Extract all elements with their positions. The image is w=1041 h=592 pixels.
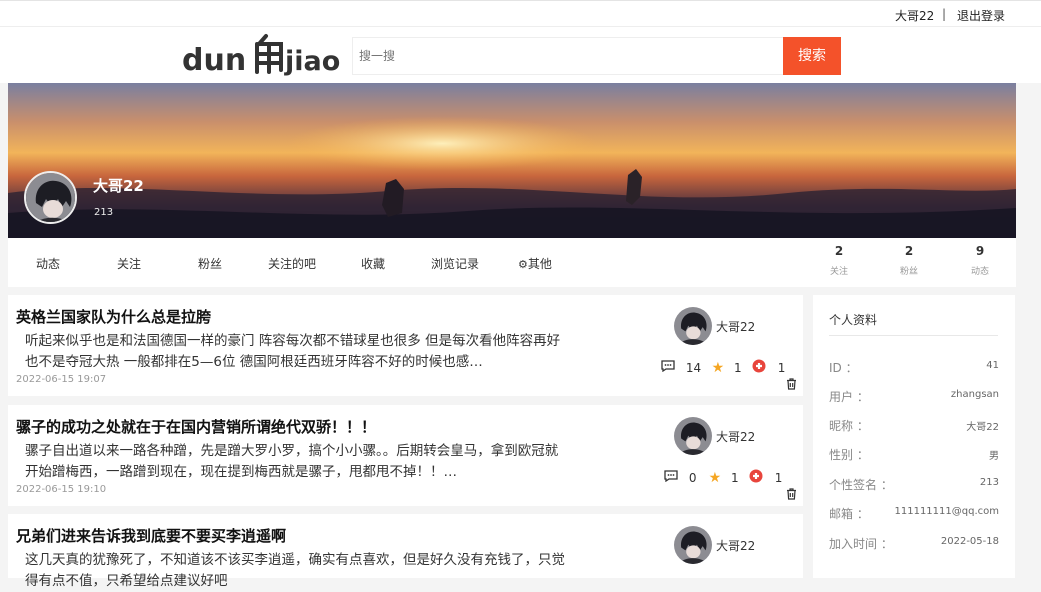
profile-name: 大哥22 xyxy=(93,177,144,195)
delete-icon[interactable] xyxy=(786,375,797,394)
info-value: 213 xyxy=(979,477,999,488)
profile-signature: 213 xyxy=(94,207,114,218)
info-row-username: 用户 ： zhangsan xyxy=(829,388,999,405)
post-stats: 14 ★ 1 1 xyxy=(661,359,785,376)
search-button[interactable]: 搜索 xyxy=(783,37,841,75)
info-label: ID ： xyxy=(829,361,858,375)
like-count: 1 xyxy=(774,470,783,485)
svg-text:dun: dun xyxy=(182,43,246,78)
post-card[interactable]: 兄弟们进来告诉我到底要不要买李逍遥啊 这几天真的犹豫死了，不知道该不该买李逍遥，… xyxy=(8,514,803,589)
author-avatar[interactable] xyxy=(674,417,712,455)
stat-label: 粉丝 xyxy=(899,267,918,277)
info-row-nickname: 昵称 ： 大哥22 xyxy=(829,417,999,434)
post-stats: 0 ★ 1 1 xyxy=(664,469,782,486)
tab-following[interactable]: 关注 xyxy=(117,255,141,272)
tab-history[interactable]: 浏览记录 xyxy=(431,255,479,272)
header: dun jiao 搜索 xyxy=(0,27,1041,83)
info-label: 邮箱 ： xyxy=(829,507,869,521)
like-icon[interactable] xyxy=(752,359,766,376)
star-icon[interactable]: ★ xyxy=(709,470,722,486)
star-count: 1 xyxy=(731,470,739,485)
profile-nav: 动态 关注 粉丝 关注的吧 收藏 浏览记录 ⚙其他 2 关注 2 粉丝 9 动态 xyxy=(8,238,1016,287)
info-value: 大哥22 xyxy=(966,422,999,433)
profile-avatar[interactable] xyxy=(24,171,77,224)
top-username-link[interactable]: 大哥22 xyxy=(895,7,934,24)
star-count: 1 xyxy=(734,360,742,375)
stat-label: 动态 xyxy=(970,267,989,277)
author-name[interactable]: 大哥22 xyxy=(716,537,755,554)
stat-label: 关注 xyxy=(829,267,848,277)
author-avatar[interactable] xyxy=(674,307,712,345)
comment-count: 14 xyxy=(685,360,702,375)
stat-following[interactable]: 2 关注 xyxy=(819,244,859,277)
profile-banner: 大哥22 213 xyxy=(8,83,1016,238)
author-name[interactable]: 大哥22 xyxy=(716,318,755,335)
info-row-join-date: 加入时间 ： 2022-05-18 xyxy=(829,535,999,552)
info-value: 111111111@qq.com xyxy=(894,506,1000,517)
comment-icon[interactable] xyxy=(664,470,678,485)
stat-value: 2 xyxy=(904,244,914,258)
post-date: 2022-06-15 19:10 xyxy=(16,484,107,495)
tab-fans[interactable]: 粉丝 xyxy=(198,255,222,272)
stat-posts[interactable]: 9 动态 xyxy=(960,244,1000,277)
author-name[interactable]: 大哥22 xyxy=(716,428,755,445)
panel-title: 个人资料 xyxy=(829,313,878,327)
like-count: 1 xyxy=(777,360,786,375)
info-label: 昵称 ： xyxy=(829,419,869,433)
post-card[interactable]: 英格兰国家队为什么总是拉胯 听起来似乎也是和法国德国一样的豪门 阵容每次都不错球… xyxy=(8,295,803,396)
star-icon[interactable]: ★ xyxy=(712,360,725,376)
tab-other-label: 其他 xyxy=(527,257,552,271)
stat-fans[interactable]: 2 粉丝 xyxy=(889,244,929,277)
post-title[interactable]: 骡子的成功之处就在于在国内营销所谓绝代双骄！！！ xyxy=(16,416,376,437)
delete-icon[interactable] xyxy=(786,485,797,504)
info-row-id: ID ： 41 xyxy=(829,359,999,376)
tab-activity[interactable]: 动态 xyxy=(36,255,60,272)
post-title[interactable]: 兄弟们进来告诉我到底要不要买李逍遥啊 xyxy=(16,525,286,546)
tab-favorites[interactable]: 收藏 xyxy=(361,255,385,272)
comment-icon[interactable] xyxy=(661,360,675,375)
top-separator: | xyxy=(942,7,947,21)
settings-icon: ⚙ xyxy=(518,258,528,271)
divider xyxy=(829,335,998,336)
info-value: 2022-05-18 xyxy=(940,536,999,547)
profile-info-panel: 个人资料 ID ： 41 用户 ： zhangsan 昵称 ：大哥22 性别 ：男 … xyxy=(813,295,1015,578)
info-value: 男 xyxy=(989,451,999,462)
comment-count: 0 xyxy=(688,470,697,485)
info-value: zhangsan xyxy=(950,389,999,400)
post-title[interactable]: 英格兰国家队为什么总是拉胯 xyxy=(16,306,211,327)
info-label: 个性签名 ： xyxy=(829,478,893,492)
info-label: 加入时间 ： xyxy=(829,537,893,551)
tab-other[interactable]: ⚙其他 xyxy=(518,255,552,272)
top-bar: 大哥22 | 退出登录 xyxy=(0,0,1041,27)
post-date: 2022-06-15 19:07 xyxy=(16,374,107,385)
like-icon[interactable] xyxy=(749,469,763,486)
post-body: 骡子自出道以来一路各种蹭，先是蹭大罗小罗，搞个小小骡。。后期转会皇马，拿到欧冠就… xyxy=(25,443,559,480)
logout-link[interactable]: 退出登录 xyxy=(957,7,1005,24)
post-card[interactable]: 骡子的成功之处就在于在国内营销所谓绝代双骄！！！ 骡子自出道以来一路各种蹭，先是… xyxy=(8,405,803,506)
info-row-gender: 性别 ： 男 xyxy=(829,446,999,463)
info-label: 性别 ： xyxy=(829,448,869,462)
stat-value: 9 xyxy=(975,244,985,258)
stat-value: 2 xyxy=(834,244,844,258)
info-label: 用户 ： xyxy=(829,390,869,404)
info-row-signature: 个性签名 ： 213 xyxy=(829,476,999,493)
tab-followed-bars[interactable]: 关注的吧 xyxy=(268,255,316,272)
info-row-email: 邮箱 ： 111111111@qq.com xyxy=(829,505,999,522)
site-logo[interactable]: dun jiao xyxy=(182,30,347,78)
info-value: 41 xyxy=(986,360,999,371)
post-body: 这几天真的犹豫死了，不知道该不该买李逍遥，确实有点喜欢，但是好久没有充钱了，只觉… xyxy=(25,552,565,589)
post-body: 听起来似乎也是和法国德国一样的豪门 阵容每次都不错球星也很多 但是每次看他阵容再… xyxy=(25,333,561,370)
banner-sunset-image xyxy=(8,83,1016,238)
author-avatar[interactable] xyxy=(674,526,712,564)
svg-text:jiao: jiao xyxy=(284,46,340,77)
search-input[interactable] xyxy=(352,37,784,75)
